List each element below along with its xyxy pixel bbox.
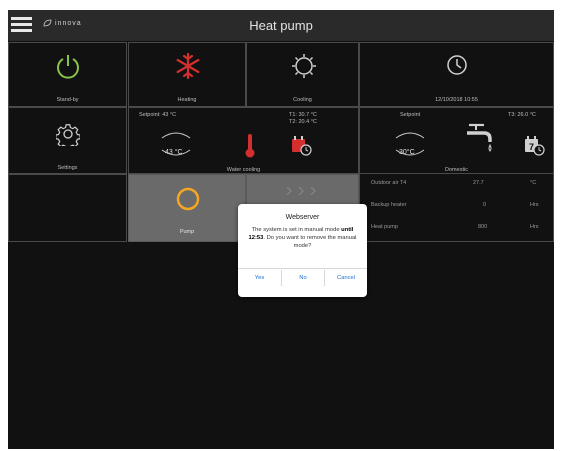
webserver-dialog: Webserver The system is set in manual mo… <box>238 204 367 297</box>
faucet-icon <box>467 123 492 152</box>
domestic-setpoint-label: Setpoint <box>400 112 421 118</box>
app-screen: innova Heat pump Stand-by Heating Coolin… <box>8 10 554 449</box>
readout-name: Outdoor air T4 <box>371 180 407 186</box>
sun-gear-icon <box>292 54 316 78</box>
dialog-title: Webserver <box>285 214 320 221</box>
dialog-divider <box>238 268 367 269</box>
pump-label: Pump <box>179 229 195 235</box>
readout-unit: Hrs <box>530 224 539 230</box>
water-cooling-label: Water cooling <box>226 167 261 173</box>
domestic-label: Domestic <box>445 167 468 173</box>
readout-unit: Hrs <box>530 202 539 208</box>
pump-tile[interactable]: Pump <box>128 174 246 242</box>
cooling-tile[interactable]: Cooling <box>246 42 359 107</box>
water-cooling-tile[interactable]: Setpoint: 43 °C T1: 30.7 °C T2: 20.4 °C … <box>128 107 359 174</box>
domestic-setpoint-value: 30°C <box>399 149 415 156</box>
header-bar: innova Heat pump <box>8 10 554 41</box>
page-title: Heat pump <box>249 18 313 33</box>
domestic-t3-reading: T3: 26.0 °C <box>508 112 536 118</box>
yes-button[interactable]: Yes <box>238 270 281 286</box>
gear-icon <box>56 124 80 146</box>
power-icon <box>57 55 79 79</box>
standby-tile[interactable]: Stand-by <box>8 42 127 107</box>
readout-value: 27.7 <box>473 180 484 186</box>
datetime-value: 12/10/2018 10:55 <box>435 97 478 103</box>
standby-label: Stand-by <box>56 97 79 103</box>
cancel-button[interactable]: Cancel <box>325 270 367 286</box>
settings-tile[interactable]: Settings <box>8 107 127 174</box>
readout-value: 800 <box>478 224 488 230</box>
empty-tile <box>8 174 127 242</box>
schedule-timer-icon <box>292 136 312 156</box>
calendar-timer-icon: 7 <box>525 136 545 156</box>
domestic-tile[interactable]: Setpoint T3: 26.0 °C 30°C 7 Domestic <box>359 107 554 174</box>
dialog-message-part2: . Do you want to remove the manual mode? <box>263 235 357 249</box>
dialog-message: The system is set in manual mode until 1… <box>244 226 361 250</box>
water-setpoint-label: Setpoint: 43 °C <box>139 112 177 118</box>
readouts-panel: Outdoor air T4 27.7 °C Backup heater 0 H… <box>359 174 554 242</box>
readout-row: Backup heater 0 Hrs <box>360 198 553 214</box>
readout-name: Backup heater <box>371 202 407 208</box>
heating-label: Heating <box>177 97 197 103</box>
heating-tile[interactable]: Heating <box>128 42 246 107</box>
thermometer-icon <box>245 134 255 158</box>
dialog-message-part1: The system is set in manual mode <box>251 227 342 233</box>
datetime-tile[interactable]: 12/10/2018 10:55 <box>359 42 554 107</box>
readout-row: Outdoor air T4 27.7 °C <box>360 176 553 192</box>
water-t1-reading: T1: 30.7 °C <box>289 112 317 118</box>
calendar-day: 7 <box>529 142 534 152</box>
settings-label: Settings <box>57 165 78 171</box>
pump-ring-icon <box>176 187 200 211</box>
water-setpoint-value: 43 °C <box>165 149 183 156</box>
clock-icon <box>447 55 467 75</box>
no-button[interactable]: No <box>282 270 324 286</box>
readout-row: Heat pump 800 Hrs <box>360 220 553 236</box>
readout-unit: °C <box>530 180 537 186</box>
readout-name: Heat pump <box>371 224 398 230</box>
water-t2-reading: T2: 20.4 °C <box>289 119 317 125</box>
snowflake-icon <box>176 52 200 80</box>
cooling-label: Cooling <box>293 97 312 103</box>
fan-arrows-icon <box>286 186 316 196</box>
readout-value: 0 <box>483 202 487 208</box>
